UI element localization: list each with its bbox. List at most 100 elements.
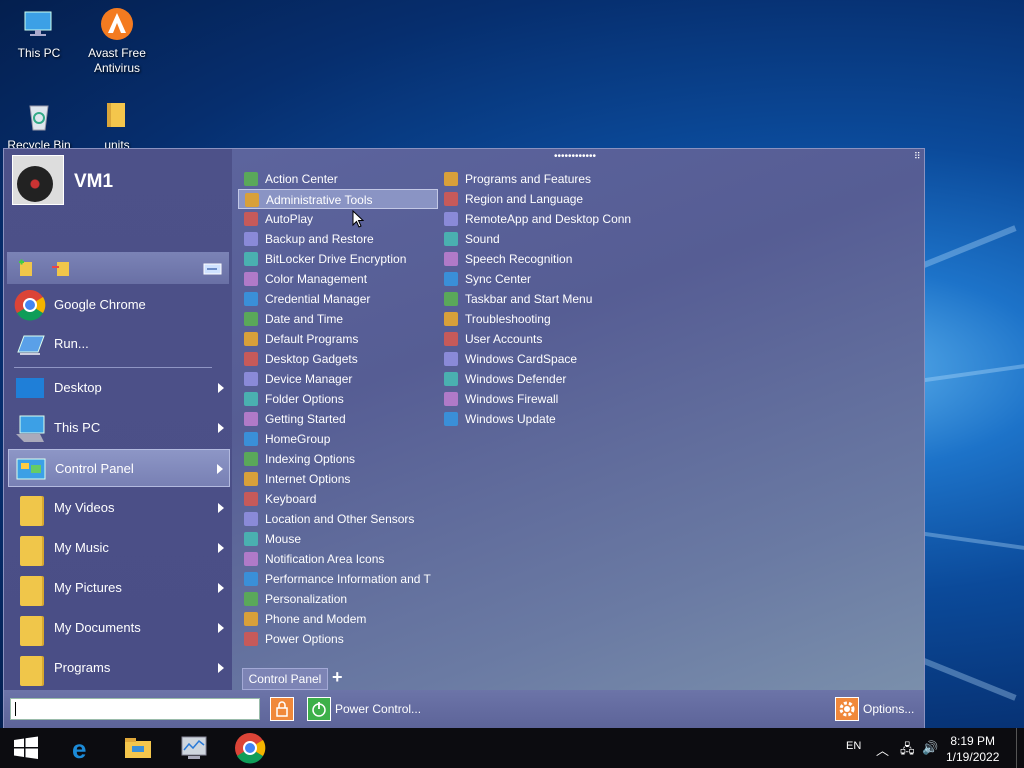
cp-item-icon: [244, 572, 258, 586]
add-tab-button[interactable]: +: [332, 667, 343, 688]
cp-item-remoteapp-and-desktop-conn[interactable]: RemoteApp and Desktop Conn: [438, 209, 648, 229]
submenu-arrow-icon: [218, 583, 224, 593]
cp-item-getting-started[interactable]: Getting Started: [238, 409, 438, 429]
menu-item-my-music[interactable]: My Music: [8, 529, 230, 567]
network-icon[interactable]: 🖧: [900, 740, 915, 762]
cp-item-sync-center[interactable]: Sync Center: [438, 269, 648, 289]
cp-item-label: Notification Area Icons: [265, 552, 385, 566]
cp-item-label: Color Management: [265, 272, 368, 286]
cp-item-windows-cardspace[interactable]: Windows CardSpace: [438, 349, 648, 369]
cp-item-notification-area-icons[interactable]: Notification Area Icons: [238, 549, 438, 569]
cp-item-icon: [244, 512, 258, 526]
cp-item-bitlocker-drive-encryption[interactable]: BitLocker Drive Encryption: [238, 249, 438, 269]
menu-item-label: My Music: [54, 540, 109, 555]
cp-item-windows-firewall[interactable]: Windows Firewall: [438, 389, 648, 409]
power-control-label[interactable]: Power Control...: [335, 702, 421, 716]
cp-item-administrative-tools[interactable]: Administrative Tools: [238, 189, 438, 209]
options-label[interactable]: Options...: [863, 702, 914, 716]
submenu-arrow-icon: [218, 623, 224, 633]
cp-item-device-manager[interactable]: Device Manager: [238, 369, 438, 389]
documents-folder-icon: [14, 612, 48, 646]
cp-item-icon: [444, 252, 458, 266]
desktop-icon-units[interactable]: units: [80, 98, 154, 153]
open-folder-icon[interactable]: [203, 259, 223, 277]
system-clock[interactable]: 8:19 PM 1/19/2022: [946, 733, 999, 765]
menu-item-google-chrome[interactable]: Google Chrome: [8, 286, 230, 324]
input-language[interactable]: EN: [846, 740, 861, 752]
cp-item-label: Windows Firewall: [465, 392, 559, 406]
menu-item-label: Programs: [54, 660, 111, 675]
cp-item-power-options[interactable]: Power Options: [238, 629, 438, 649]
cp-item-label: Action Center: [265, 172, 338, 186]
menu-item-my-videos[interactable]: My Videos: [8, 489, 230, 527]
desktop-icon-this-pc[interactable]: This PC: [2, 6, 76, 61]
cp-item-location-and-other-sensors[interactable]: Location and Other Sensors: [238, 509, 438, 529]
menu-item-run[interactable]: Run...: [8, 325, 230, 363]
cp-item-folder-options[interactable]: Folder Options: [238, 389, 438, 409]
remove-folder-icon[interactable]: [51, 259, 71, 277]
cp-item-label: Internet Options: [265, 472, 351, 486]
cp-item-backup-and-restore[interactable]: Backup and Restore: [238, 229, 438, 249]
menu-item-my-pictures[interactable]: My Pictures: [8, 569, 230, 607]
cp-item-label: Desktop Gadgets: [265, 352, 358, 366]
cp-item-personalization[interactable]: Personalization: [238, 589, 438, 609]
cp-item-speech-recognition[interactable]: Speech Recognition: [438, 249, 648, 269]
cp-item-phone-and-modem[interactable]: Phone and Modem: [238, 609, 438, 629]
cp-item-mouse[interactable]: Mouse: [238, 529, 438, 549]
cp-item-windows-defender[interactable]: Windows Defender: [438, 369, 648, 389]
cp-item-homegroup[interactable]: HomeGroup: [238, 429, 438, 449]
cp-item-taskbar-and-start-menu[interactable]: Taskbar and Start Menu: [438, 289, 648, 309]
cp-item-internet-options[interactable]: Internet Options: [238, 469, 438, 489]
cp-item-label: Taskbar and Start Menu: [465, 292, 593, 306]
record-player-icon: [17, 166, 53, 202]
taskbar-chrome-button[interactable]: [234, 732, 266, 764]
power-button[interactable]: [307, 697, 331, 721]
cp-item-action-center[interactable]: Action Center: [238, 169, 438, 189]
menu-item-this-pc[interactable]: This PC: [8, 409, 230, 447]
options-button[interactable]: [835, 697, 859, 721]
menu-item-my-documents[interactable]: My Documents: [8, 609, 230, 647]
desktop-icon-label: This PC: [17, 46, 61, 60]
menu-item-control-panel[interactable]: Control Panel: [8, 449, 230, 487]
cp-item-region-and-language[interactable]: Region and Language: [438, 189, 648, 209]
cp-item-user-accounts[interactable]: User Accounts: [438, 329, 648, 349]
cp-item-windows-update[interactable]: Windows Update: [438, 409, 648, 429]
taskbar-file-explorer-button[interactable]: [122, 732, 154, 764]
cp-item-troubleshooting[interactable]: Troubleshooting: [438, 309, 648, 329]
search-input[interactable]: [10, 698, 260, 720]
taskbar-task-manager-button[interactable]: [178, 732, 210, 764]
desktop-icon-recycle-bin[interactable]: Recycle Bin: [2, 98, 76, 153]
cp-item-autoplay[interactable]: AutoPlay: [238, 209, 438, 229]
cp-item-performance-information-and-t[interactable]: Performance Information and T: [238, 569, 438, 589]
cp-item-date-and-time[interactable]: Date and Time: [238, 309, 438, 329]
cp-item-indexing-options[interactable]: Indexing Options: [238, 449, 438, 469]
menu-item-programs[interactable]: Programs: [8, 649, 230, 687]
tab-control-panel[interactable]: Control Panel: [242, 668, 328, 690]
cp-item-desktop-gadgets[interactable]: Desktop Gadgets: [238, 349, 438, 369]
cp-item-icon: [444, 312, 458, 326]
user-avatar[interactable]: [12, 155, 64, 205]
cp-item-icon: [244, 632, 258, 646]
mouse-cursor-icon: [352, 210, 364, 228]
cp-item-programs-and-features[interactable]: Programs and Features: [438, 169, 648, 189]
resize-grip-icon[interactable]: ⠿: [914, 151, 921, 162]
menu-item-desktop[interactable]: Desktop: [8, 369, 230, 407]
cp-item-color-management[interactable]: Color Management: [238, 269, 438, 289]
drag-handle[interactable]: ••••••••••••: [554, 151, 596, 162]
cp-item-sound[interactable]: Sound: [438, 229, 648, 249]
desktop-icon-avast[interactable]: Avast Free Antivirus: [80, 6, 154, 76]
cp-item-keyboard[interactable]: Keyboard: [238, 489, 438, 509]
cp-item-icon: [244, 172, 258, 186]
menu-item-label: My Documents: [54, 620, 141, 635]
cp-item-label: AutoPlay: [265, 212, 314, 226]
cp-item-default-programs[interactable]: Default Programs: [238, 329, 438, 349]
windows-start-button[interactable]: [10, 732, 42, 764]
taskbar-edge-button[interactable]: e: [66, 732, 98, 764]
chevron-up-icon[interactable]: ︿: [876, 740, 889, 759]
volume-icon[interactable]: 🔊: [922, 740, 938, 756]
add-folder-icon[interactable]: [17, 259, 37, 277]
cp-item-credential-manager[interactable]: Credential Manager: [238, 289, 438, 309]
lock-button[interactable]: [270, 697, 294, 721]
show-desktop-button[interactable]: [1016, 728, 1017, 768]
cp-item-label: Keyboard: [265, 492, 317, 506]
